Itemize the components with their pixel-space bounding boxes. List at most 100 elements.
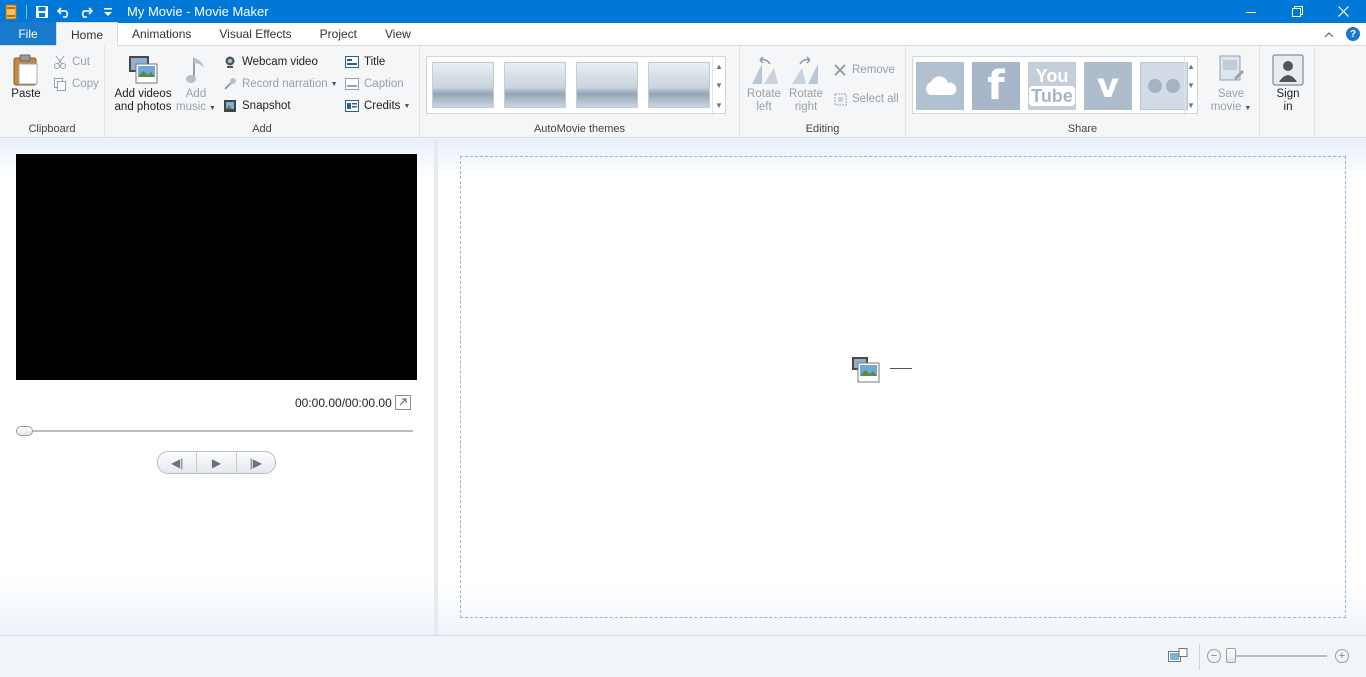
add-videos-label-2: and photos — [114, 101, 172, 113]
gallery-scroll[interactable]: ▲ ▼ ▼ — [712, 57, 725, 115]
sign-in-button[interactable]: Sign in — [1268, 52, 1308, 114]
editing-group: Rotate left Rotate right Remove Select a… — [740, 46, 906, 138]
window-controls — [1228, 0, 1366, 23]
playback-controls: ◀| ▶ |▶ — [157, 451, 276, 474]
record-narration-button[interactable]: Record narration ▼ — [222, 75, 338, 93]
seek-handle[interactable] — [16, 426, 33, 436]
scroll-up-icon[interactable]: ▲ — [1187, 62, 1195, 71]
flickr-icon[interactable] — [1140, 62, 1188, 110]
scroll-up-icon[interactable]: ▲ — [715, 62, 723, 71]
add-videos-photos-button[interactable]: Add videos and photos — [111, 52, 175, 114]
record-narration-label: Record narration — [242, 78, 328, 90]
help-icon[interactable]: ? — [1346, 27, 1360, 41]
quick-access-toolbar — [0, 0, 119, 23]
editing-group-label: Editing — [805, 123, 840, 135]
title-bar: My Movie - Movie Maker — [0, 0, 1366, 23]
rotate-left-icon — [748, 52, 780, 86]
credits-label: Credits — [364, 100, 401, 112]
caption-icon — [344, 76, 360, 92]
caption-button[interactable]: Caption — [344, 75, 404, 93]
vimeo-icon[interactable]: v — [1084, 62, 1132, 110]
play-button[interactable]: ▶ — [197, 452, 237, 473]
sign-in-label-1: Sign — [1276, 88, 1300, 100]
add-group: Add videos and photos Add music ▼ Webcam … — [105, 46, 420, 138]
onedrive-icon[interactable] — [916, 62, 964, 110]
insertion-marker — [890, 368, 912, 369]
redo-icon[interactable] — [75, 0, 97, 23]
app-icon[interactable] — [0, 0, 22, 23]
clipboard-group: Paste Cut Copy Clipboard — [0, 46, 105, 138]
remove-icon — [832, 62, 848, 78]
tab-file[interactable]: File — [0, 22, 56, 45]
next-frame-button[interactable]: |▶ — [237, 452, 275, 473]
select-all-button[interactable]: Select all — [832, 90, 899, 108]
save-icon[interactable] — [31, 0, 53, 23]
tab-view[interactable]: View — [371, 22, 425, 45]
theme-thumbnail[interactable] — [576, 62, 638, 108]
title-button[interactable]: Title — [344, 53, 385, 71]
copy-button[interactable]: Copy — [52, 75, 99, 93]
save-movie-label-1: Save — [1217, 88, 1245, 100]
save-movie-button[interactable]: Save movie ▼ — [1208, 52, 1254, 115]
status-divider — [1199, 644, 1200, 670]
remove-label: Remove — [852, 64, 895, 76]
zoom-slider-handle[interactable] — [1226, 648, 1236, 663]
add-group-label: Add — [252, 123, 272, 135]
remove-button[interactable]: Remove — [832, 61, 895, 79]
title-icon — [344, 54, 360, 70]
rotate-right-button[interactable]: Rotate right — [786, 52, 826, 114]
theme-thumbnail[interactable] — [432, 62, 494, 108]
cut-label: Cut — [72, 56, 90, 68]
automovie-themes-group: ▲ ▼ ▼ AutoMovie themes — [420, 46, 740, 138]
scissors-icon — [52, 54, 68, 70]
share-gallery-scroll[interactable]: ▲ ▼ ▼ — [1184, 57, 1197, 115]
toolbar-divider — [26, 4, 27, 19]
minimize-ribbon-icon[interactable] — [1324, 27, 1334, 41]
add-media-icon[interactable] — [851, 356, 881, 384]
tab-visual-effects[interactable]: Visual Effects — [205, 22, 305, 45]
tab-animations[interactable]: Animations — [118, 22, 205, 45]
cut-button[interactable]: Cut — [52, 53, 90, 71]
zoom-in-button[interactable]: + — [1335, 649, 1349, 663]
user-icon — [1272, 52, 1304, 86]
add-music-button[interactable]: Add music ▼ — [175, 52, 217, 115]
close-icon[interactable] — [1320, 0, 1366, 23]
tab-home[interactable]: Home — [56, 22, 119, 46]
storyboard-drop-area[interactable] — [460, 156, 1346, 618]
expand-gallery-icon[interactable]: ▼ — [1187, 101, 1195, 110]
add-music-label-2: music ▼ — [176, 101, 216, 113]
themes-group-label: AutoMovie themes — [533, 123, 626, 135]
seek-bar[interactable] — [16, 430, 413, 432]
scroll-down-icon[interactable]: ▼ — [715, 81, 723, 90]
video-preview[interactable] — [16, 154, 417, 380]
theme-thumbnail[interactable] — [504, 62, 566, 108]
scroll-down-icon[interactable]: ▼ — [1187, 81, 1195, 90]
rotate-left-button[interactable]: Rotate left — [744, 52, 784, 114]
share-group: f You Tube v ▲ ▼ ▼ Save movie ▼ Share — [906, 46, 1260, 138]
zoom-out-button[interactable]: − — [1207, 649, 1221, 663]
webcam-video-button[interactable]: Webcam video — [222, 53, 318, 71]
snapshot-button[interactable]: Snapshot — [222, 97, 291, 115]
tab-project[interactable]: Project — [306, 22, 371, 45]
expand-gallery-icon[interactable]: ▼ — [715, 101, 723, 110]
restore-icon[interactable] — [1274, 0, 1320, 23]
copy-label: Copy — [72, 78, 99, 90]
status-bar: − + — [0, 635, 1366, 677]
thumbnail-size-icon[interactable] — [1168, 648, 1188, 664]
youtube-icon[interactable]: You Tube — [1028, 62, 1076, 110]
customize-icon[interactable] — [97, 0, 119, 23]
copy-icon — [52, 76, 68, 92]
share-group-label: Share — [1067, 123, 1098, 135]
theme-thumbnail[interactable] — [648, 62, 710, 108]
fullscreen-icon[interactable] — [395, 395, 411, 410]
paste-button[interactable]: Paste — [6, 52, 46, 101]
credits-button[interactable]: Credits ▼ — [344, 97, 410, 115]
rotate-left-label-1: Rotate — [747, 88, 781, 100]
minimize-icon[interactable] — [1228, 0, 1274, 23]
previous-frame-button[interactable]: ◀| — [158, 452, 198, 473]
caption-label: Caption — [364, 78, 404, 90]
undo-icon[interactable] — [53, 0, 75, 23]
ribbon-tabs: File Home Animations Visual Effects Proj… — [0, 22, 1366, 46]
facebook-icon[interactable]: f — [972, 62, 1020, 110]
zoom-slider-track[interactable] — [1226, 655, 1327, 657]
